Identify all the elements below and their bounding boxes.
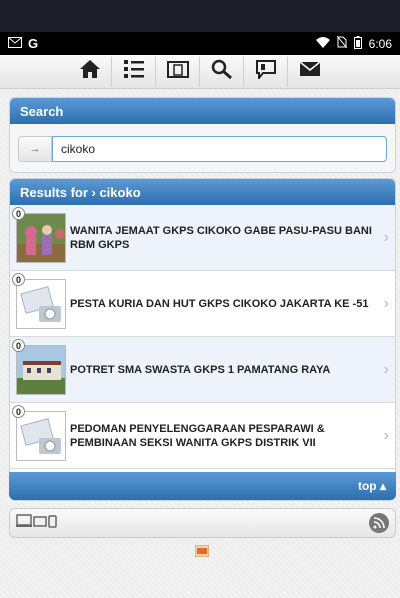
count-badge: 0 (12, 273, 25, 286)
comment-button[interactable] (244, 56, 288, 87)
top-link[interactable]: top ▴ (358, 479, 386, 493)
count-badge: 0 (12, 339, 25, 352)
system-top-area (0, 0, 400, 32)
search-submit-button[interactable]: → (18, 136, 52, 162)
wifi-icon (315, 36, 330, 51)
document-button[interactable] (156, 56, 200, 87)
home-button[interactable] (68, 56, 112, 87)
google-icon: G (28, 36, 39, 51)
placeholder-image-icon (16, 410, 66, 461)
status-time: 6:06 (368, 36, 392, 51)
chevron-right-icon: › (383, 228, 389, 246)
battery-icon (353, 35, 362, 52)
toolbar (0, 55, 400, 89)
results-panel: Results for › cikoko 0 WANITA JEMAAT GKP… (9, 178, 396, 501)
chevron-right-icon: › (383, 426, 389, 444)
result-item[interactable]: 0 PESTA KURIA DAN HUT GKPS CIKOKO JAKART… (10, 271, 395, 337)
devices-icon[interactable] (16, 513, 58, 534)
search-icon (211, 59, 233, 84)
search-heading: Search (10, 98, 395, 124)
result-item[interactable]: 0 WANITA JEMAAT GKPS CIKOKO GABE PASU-PA… (10, 205, 395, 271)
back-to-top-bar: top ▴ (9, 472, 396, 500)
search-body: → (10, 124, 395, 172)
caret-up-icon: ▴ (379, 479, 386, 493)
result-title: PESTA KURIA DAN HUT GKPS CIKOKO JAKARTA … (70, 297, 369, 310)
result-title: POTRET SMA SWASTA GKPS 1 PAMATANG RAYA (70, 363, 331, 376)
chevron-right-icon: › (383, 294, 389, 312)
comment-icon (255, 59, 277, 84)
document-icon (166, 59, 189, 84)
chevron-right-icon: › (383, 360, 389, 378)
result-item[interactable]: 0 POTRET SMA SWASTA GKPS 1 PAMATANG RAYA… (10, 337, 395, 403)
count-badge: 0 (12, 405, 25, 418)
status-bar: G 6:06 (0, 32, 400, 55)
mail-icon (299, 60, 321, 83)
result-title: WANITA JEMAAT GKPS CIKOKO GABE PASU-PASU… (70, 224, 372, 251)
rss-icon[interactable] (369, 513, 389, 533)
list-button[interactable] (112, 56, 156, 87)
pdf-icon[interactable] (194, 544, 210, 558)
count-badge: 0 (12, 207, 25, 220)
footer-bar (9, 508, 396, 538)
no-sim-icon (336, 35, 348, 51)
app-view: Search → Results for › cikoko 0 WANITA J… (0, 55, 400, 598)
placeholder-image-icon (16, 278, 66, 329)
result-item[interactable]: 0 PEDOMAN PENYELENGGARAAN PESPARAWI & PE… (10, 403, 395, 469)
mail-button[interactable] (288, 57, 332, 87)
list-icon (123, 59, 145, 84)
results-heading: Results for › cikoko (10, 179, 395, 205)
search-button[interactable] (200, 56, 244, 87)
result-title: PEDOMAN PENYELENGGARAAN PESPARAWI & PEMB… (70, 422, 325, 449)
mail-icon (8, 36, 22, 51)
search-panel: Search → (9, 97, 396, 173)
search-input[interactable] (52, 136, 387, 162)
result-thumbnail (16, 212, 66, 263)
result-thumbnail (16, 344, 66, 395)
result-list: 0 WANITA JEMAAT GKPS CIKOKO GABE PASU-PA… (10, 205, 395, 469)
home-icon (79, 59, 101, 84)
